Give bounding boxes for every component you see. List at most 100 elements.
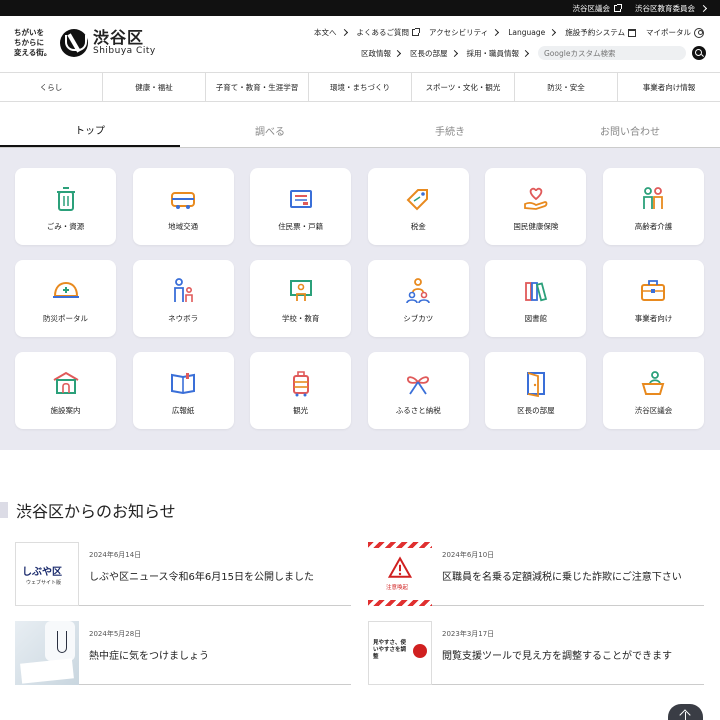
accessibility-link[interactable]: アクセシビリティ xyxy=(429,27,500,38)
warning-icon xyxy=(388,556,412,578)
link-city-council[interactable]: 渋谷区議会 xyxy=(573,3,622,14)
ribbon-icon xyxy=(407,376,430,395)
news-item[interactable]: 2024年5月28日 熱中症に気をつけましょう xyxy=(15,621,351,685)
quick-link-label: 税金 xyxy=(410,222,426,231)
quick-link-label: 防災ポータル xyxy=(43,314,88,323)
category-business[interactable]: 事業者向け情報 xyxy=(618,73,720,101)
tab-procedures[interactable]: 手続き xyxy=(360,118,540,147)
bus-icon xyxy=(171,192,196,209)
news-title[interactable]: 閲覧支援ツールで見え方を調整することができます xyxy=(442,647,672,662)
parent-child-icon xyxy=(174,278,193,302)
quick-link-city-council[interactable]: 渋谷区議会 xyxy=(602,352,704,429)
stethoscope-icon xyxy=(57,631,67,653)
quick-link-mayor-room[interactable]: 区長の部屋 xyxy=(485,352,587,429)
news-thumbnail xyxy=(15,621,79,685)
quick-link-school-education[interactable]: 学校・教育 xyxy=(250,260,352,337)
top-utility-bar: 渋谷区議会 渋谷区教育委員会 xyxy=(0,0,720,16)
helmet-icon xyxy=(52,281,79,298)
quick-link-garbage[interactable]: ごみ・資源 xyxy=(15,168,116,245)
quick-link-library[interactable]: 図書館 xyxy=(485,260,587,337)
skip-to-content-link[interactable]: 本文へ xyxy=(314,27,348,38)
news-date: 2024年6月10日 xyxy=(442,551,495,559)
external-link-icon xyxy=(412,28,421,36)
chevron-right-icon xyxy=(549,28,557,37)
quick-link-public-relations[interactable]: 広報紙 xyxy=(132,352,234,429)
chevron-right-icon xyxy=(450,49,458,57)
news-title[interactable]: 熱中症に気をつけましょう xyxy=(89,647,209,662)
news-date: 2024年5月28日 xyxy=(89,630,142,638)
quick-link-label: 地域交通 xyxy=(168,222,199,231)
search-input[interactable] xyxy=(538,46,686,60)
quick-link-label: 住民票・戸籍 xyxy=(278,222,324,231)
newspaper-icon xyxy=(171,373,196,395)
tab-contact[interactable]: お問い合わせ xyxy=(540,118,720,147)
blackboard-icon xyxy=(289,280,312,301)
facility-reservation-link[interactable]: 施設予約システム xyxy=(565,27,636,38)
search-button[interactable] xyxy=(692,46,706,60)
my-portal-link[interactable]: マイポータル xyxy=(646,27,704,38)
news-title[interactable]: 区職員を名乗る定額減税に乗じた詐欺にご注意下さい xyxy=(442,568,682,583)
news-item[interactable]: しぶや区 ウェブサイト版 2024年6月14日 しぶや区ニュース令和6年6月15… xyxy=(15,542,351,606)
thumbnail-subtext: ウェブサイト版 xyxy=(26,580,62,586)
back-to-top-button[interactable] xyxy=(668,704,703,720)
quick-link-furusato-tax[interactable]: ふるさと納税 xyxy=(367,352,469,429)
tab-top[interactable]: トップ xyxy=(0,118,180,147)
news-title[interactable]: しぶや区ニュース令和6年6月15日を公開しました xyxy=(89,568,314,583)
chevron-right-icon xyxy=(521,49,530,57)
heading-accent-bar xyxy=(0,502,8,518)
quick-link-health-insurance[interactable]: 国民健康保険 xyxy=(485,168,587,245)
quick-link-elderly-care[interactable]: 高齢者介護 xyxy=(602,168,704,245)
news-item[interactable]: 見やすさ、使いやすさを調整 2023年3月17日 閲覧支援ツールで見え方を調整す… xyxy=(368,621,704,685)
site-logo[interactable]: ちがいを ちからに 変える街。 渋谷区 Shibuya City xyxy=(14,28,156,58)
category-childcare-education[interactable]: 子育て・教育・生涯学習 xyxy=(206,73,309,101)
quick-link-disaster-portal[interactable]: 防災ポータル xyxy=(15,260,116,337)
category-disaster-safety[interactable]: 防災・安全 xyxy=(515,73,618,101)
faq-link[interactable]: よくあるご質問 xyxy=(357,27,421,38)
news-date: 2023年3月17日 xyxy=(442,630,495,638)
category-nav: くらし 健康・福祉 子育て・教育・生涯学習 環境・まちづくり スポーツ・文化・観… xyxy=(0,72,720,102)
warning-stripe xyxy=(368,600,432,606)
heart-hand-icon xyxy=(523,187,548,210)
recruitment-link[interactable]: 採用・職員情報 xyxy=(467,48,530,59)
tab-search[interactable]: 調べる xyxy=(180,118,360,147)
quick-link-label: 広報紙 xyxy=(171,406,195,415)
warning-stripe xyxy=(368,542,432,548)
quick-link-tax[interactable]: 税金 xyxy=(367,168,469,245)
category-sports-culture[interactable]: スポーツ・文化・観光 xyxy=(412,73,515,101)
quick-link-business[interactable]: 事業者向け xyxy=(602,260,704,337)
trash-icon xyxy=(56,187,75,211)
category-health-welfare[interactable]: 健康・福祉 xyxy=(103,73,206,101)
quick-link-label: 観光 xyxy=(293,406,309,415)
quick-links-panel: ごみ・資源 地域交通 住民票・戸籍 税金 国民健康保険 高齢者介護 防災ポータル xyxy=(0,148,720,450)
category-living[interactable]: くらし xyxy=(0,73,103,101)
news-item[interactable]: 注意喚起 2024年6月10日 区職員を名乗る定額減税に乗じた詐欺にご注意下さい xyxy=(368,542,704,606)
quick-link-label: ふるさと納税 xyxy=(395,406,441,415)
quick-link-label: 区長の部屋 xyxy=(517,406,555,415)
chevron-right-icon xyxy=(340,28,348,37)
quick-link-resident-registry[interactable]: 住民票・戸籍 xyxy=(250,168,352,245)
link-education-board[interactable]: 渋谷区教育委員会 xyxy=(635,3,708,14)
brand-en: Shibuya City xyxy=(93,46,156,56)
category-environment-town[interactable]: 環境・まちづくり xyxy=(309,73,412,101)
language-link[interactable]: Language xyxy=(508,28,557,37)
brand-jp: 渋谷区 xyxy=(93,28,145,47)
calendar-icon xyxy=(628,28,636,37)
administration-info-link[interactable]: 区政情報 xyxy=(361,48,402,59)
building-icon xyxy=(52,371,79,394)
quick-link-label: シブカツ xyxy=(403,314,434,323)
quick-link-neuvola[interactable]: ネウボラ xyxy=(132,260,234,337)
external-link-icon xyxy=(614,3,622,12)
quick-link-facilities[interactable]: 施設案内 xyxy=(15,352,116,429)
quick-link-label: 高齢者介護 xyxy=(634,222,673,231)
quick-link-tourism[interactable]: 観光 xyxy=(250,352,352,429)
mayor-room-link[interactable]: 区長の部屋 xyxy=(410,48,458,59)
site-header: ちがいを ちからに 変える街。 渋谷区 Shibuya City 本文へ よくあ… xyxy=(0,16,720,72)
quick-link-transport[interactable]: 地域交通 xyxy=(132,168,234,245)
news-date: 2024年6月14日 xyxy=(89,551,142,559)
quick-link-shibukatsu[interactable]: シブカツ xyxy=(367,260,469,337)
news-section-header: 渋谷区からのお知らせ xyxy=(0,498,176,522)
podium-icon xyxy=(642,371,665,395)
quick-links-grid: ごみ・資源 地域交通 住民票・戸籍 税金 国民健康保険 高齢者介護 防災ポータル xyxy=(15,168,704,429)
brand-name: 渋谷区 Shibuya City xyxy=(93,29,156,57)
quick-link-label: ネウボラ xyxy=(168,314,199,323)
